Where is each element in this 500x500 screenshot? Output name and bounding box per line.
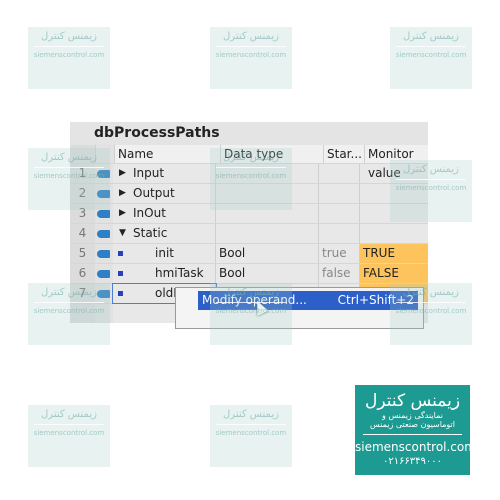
member-icon bbox=[118, 271, 123, 276]
watermark: زیمنس کنترل siemenscontrol.com bbox=[390, 27, 472, 89]
block-title: dbProcessPaths bbox=[70, 122, 428, 145]
interface-icon bbox=[97, 270, 110, 278]
col-start[interactable]: Star... bbox=[324, 145, 365, 163]
interface-icon bbox=[97, 210, 110, 218]
table-row[interactable]: 6 hmiTask Bool false FALSE bbox=[70, 264, 428, 284]
context-menu: Modify operand... Ctrl+Shift+2 bbox=[175, 287, 424, 329]
expand-right-icon[interactable]: ▶ bbox=[119, 164, 126, 183]
interface-icon bbox=[97, 170, 110, 178]
interface-icon bbox=[97, 230, 110, 238]
member-icon bbox=[118, 251, 123, 256]
table-row[interactable]: 1 ▶ Input bbox=[70, 164, 428, 184]
expand-down-icon[interactable]: ▼ bbox=[119, 224, 126, 243]
table-row[interactable]: 5 init Bool true TRUE bbox=[70, 244, 428, 264]
watermark: زیمنس کنترل siemenscontrol.com bbox=[210, 405, 292, 467]
interface-icon bbox=[97, 290, 110, 298]
watermark: زیمنس کنترل siemenscontrol.com bbox=[28, 405, 110, 467]
watermark: زیمنس کنترل siemenscontrol.com bbox=[210, 27, 292, 89]
col-name[interactable]: Name bbox=[115, 145, 221, 163]
table-row[interactable]: 2 ▶ Output bbox=[70, 184, 428, 204]
expand-right-icon[interactable]: ▶ bbox=[119, 204, 126, 223]
watermark: زیمنس کنترل siemenscontrol.com bbox=[28, 27, 110, 89]
table-row[interactable]: 3 ▶ InOut bbox=[70, 204, 428, 224]
table-header: Name Data type Star... Monitor value bbox=[70, 145, 428, 180]
interface-icon bbox=[97, 190, 110, 198]
member-icon bbox=[118, 291, 123, 296]
menu-item-modify-operand[interactable]: Modify operand... Ctrl+Shift+2 bbox=[198, 291, 418, 310]
col-data-type[interactable]: Data type bbox=[221, 145, 324, 163]
col-monitor[interactable]: Monitor value bbox=[365, 145, 428, 180]
expand-right-icon[interactable]: ▶ bbox=[119, 184, 126, 203]
table-row[interactable]: 4 ▼ Static bbox=[70, 224, 428, 244]
interface-icon bbox=[97, 250, 110, 258]
siemens-control-logo: زیمنس کنترل نمایندگی زیمنس و اتوماسیون ص… bbox=[355, 385, 476, 475]
